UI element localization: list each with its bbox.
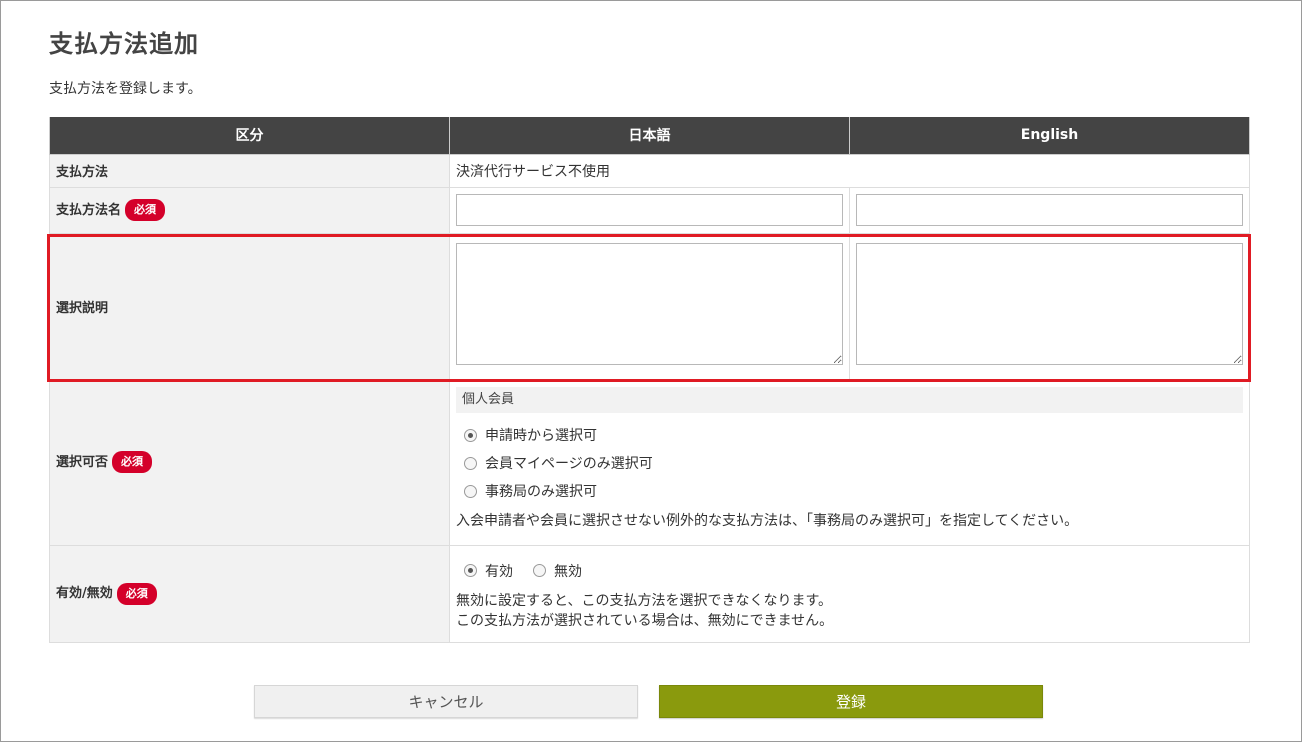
required-badge: 必須 <box>116 582 157 605</box>
cancel-button[interactable]: キャンセル <box>254 685 638 718</box>
enabled-options-cell: 有効 無効 無効に設定すると、この支払方法を選択できなくなります。 この支払方法… <box>449 544 1250 643</box>
individual-member-group-label: 個人会員 <box>456 387 1243 413</box>
header-category: 区分 <box>49 117 450 155</box>
payment-method-value: 決済代行サービス不使用 <box>449 153 1250 188</box>
header-japanese: 日本語 <box>449 117 850 155</box>
table-header-row: 区分 日本語 English <box>49 117 1250 155</box>
selectability-note: 入会申請者や会員に選択させない例外的な支払方法は、「事務局のみ選択可」を指定して… <box>456 513 1079 529</box>
selection-description-en-cell <box>849 232 1250 380</box>
payment-method-form-table: 区分 日本語 English 支払方法 決済代行サービス不使用 支払方法名 必須 … <box>49 117 1250 643</box>
payment-method-name-ja-input[interactable] <box>456 194 843 226</box>
radio-option-label: 有効 <box>485 563 513 580</box>
payment-method-name-en-cell <box>849 186 1250 234</box>
row-enabled: 有効/無効 必須 有効 無効 無効に設定すると、この支払方法を選択できなくなります… <box>49 544 1250 643</box>
radio-checked-icon[interactable] <box>464 428 477 442</box>
page-title: 支払方法追加 <box>49 30 199 58</box>
radio-unchecked-icon[interactable] <box>533 564 546 577</box>
radio-option-label: 無効 <box>554 563 582 580</box>
row-payment-method: 支払方法 決済代行サービス不使用 <box>49 153 1250 188</box>
selectability-options-cell: 個人会員 申請時から選択可 会員マイページのみ選択可 事務局のみ選択可 入会申請… <box>449 378 1250 546</box>
selectability-label-cell: 選択可否 必須 <box>49 378 450 546</box>
payment-method-name-ja-cell <box>449 186 850 234</box>
payment-method-name-label: 支払方法名 <box>56 202 122 218</box>
submit-button[interactable]: 登録 <box>659 685 1043 718</box>
row-selectability: 選択可否 必須 個人会員 申請時から選択可 会員マイページのみ選択可 事務局のみ選… <box>49 378 1250 546</box>
radio-option-label: 事務局のみ選択可 <box>485 484 597 500</box>
selection-description-en-textarea[interactable] <box>856 243 1243 365</box>
radio-option-mypage-only[interactable]: 会員マイページのみ選択可 <box>456 449 1243 477</box>
enabled-label-cell: 有効/無効 必須 <box>49 544 450 643</box>
selection-description-label: 選択説明 <box>49 232 450 380</box>
radio-option-office-only[interactable]: 事務局のみ選択可 <box>456 477 1243 505</box>
radio-option-label: 会員マイページのみ選択可 <box>485 456 653 472</box>
radio-option-enabled[interactable]: 有効 <box>464 561 513 581</box>
radio-unchecked-icon[interactable] <box>464 484 477 498</box>
radio-option-disabled[interactable]: 無効 <box>533 561 582 581</box>
row-selection-description: 選択説明 <box>49 232 1250 380</box>
required-badge: 必須 <box>112 451 153 474</box>
selection-description-ja-textarea[interactable] <box>456 243 843 365</box>
enabled-note-line-1: 無効に設定すると、この支払方法を選択できなくなります。 <box>456 592 833 609</box>
enabled-note-line-2: この支払方法が選択されている場合は、無効にできません。 <box>456 612 834 629</box>
radio-option-from-application[interactable]: 申請時から選択可 <box>456 421 1243 449</box>
payment-method-label: 支払方法 <box>49 153 450 188</box>
row-payment-method-name: 支払方法名 必須 <box>49 186 1250 234</box>
payment-method-name-en-input[interactable] <box>856 194 1243 226</box>
enabled-radio-group: 有効 無効 <box>456 557 1243 585</box>
payment-method-name-label-cell: 支払方法名 必須 <box>49 186 450 234</box>
selection-description-ja-cell <box>449 232 850 380</box>
header-english: English <box>849 117 1250 155</box>
enabled-label: 有効/無効 <box>56 586 113 602</box>
required-badge: 必須 <box>125 199 166 222</box>
radio-checked-icon[interactable] <box>464 564 477 577</box>
radio-option-label: 申請時から選択可 <box>485 428 597 444</box>
radio-unchecked-icon[interactable] <box>464 456 477 470</box>
selectability-label: 選択可否 <box>56 454 109 470</box>
page-description: 支払方法を登録します。 <box>49 81 202 97</box>
